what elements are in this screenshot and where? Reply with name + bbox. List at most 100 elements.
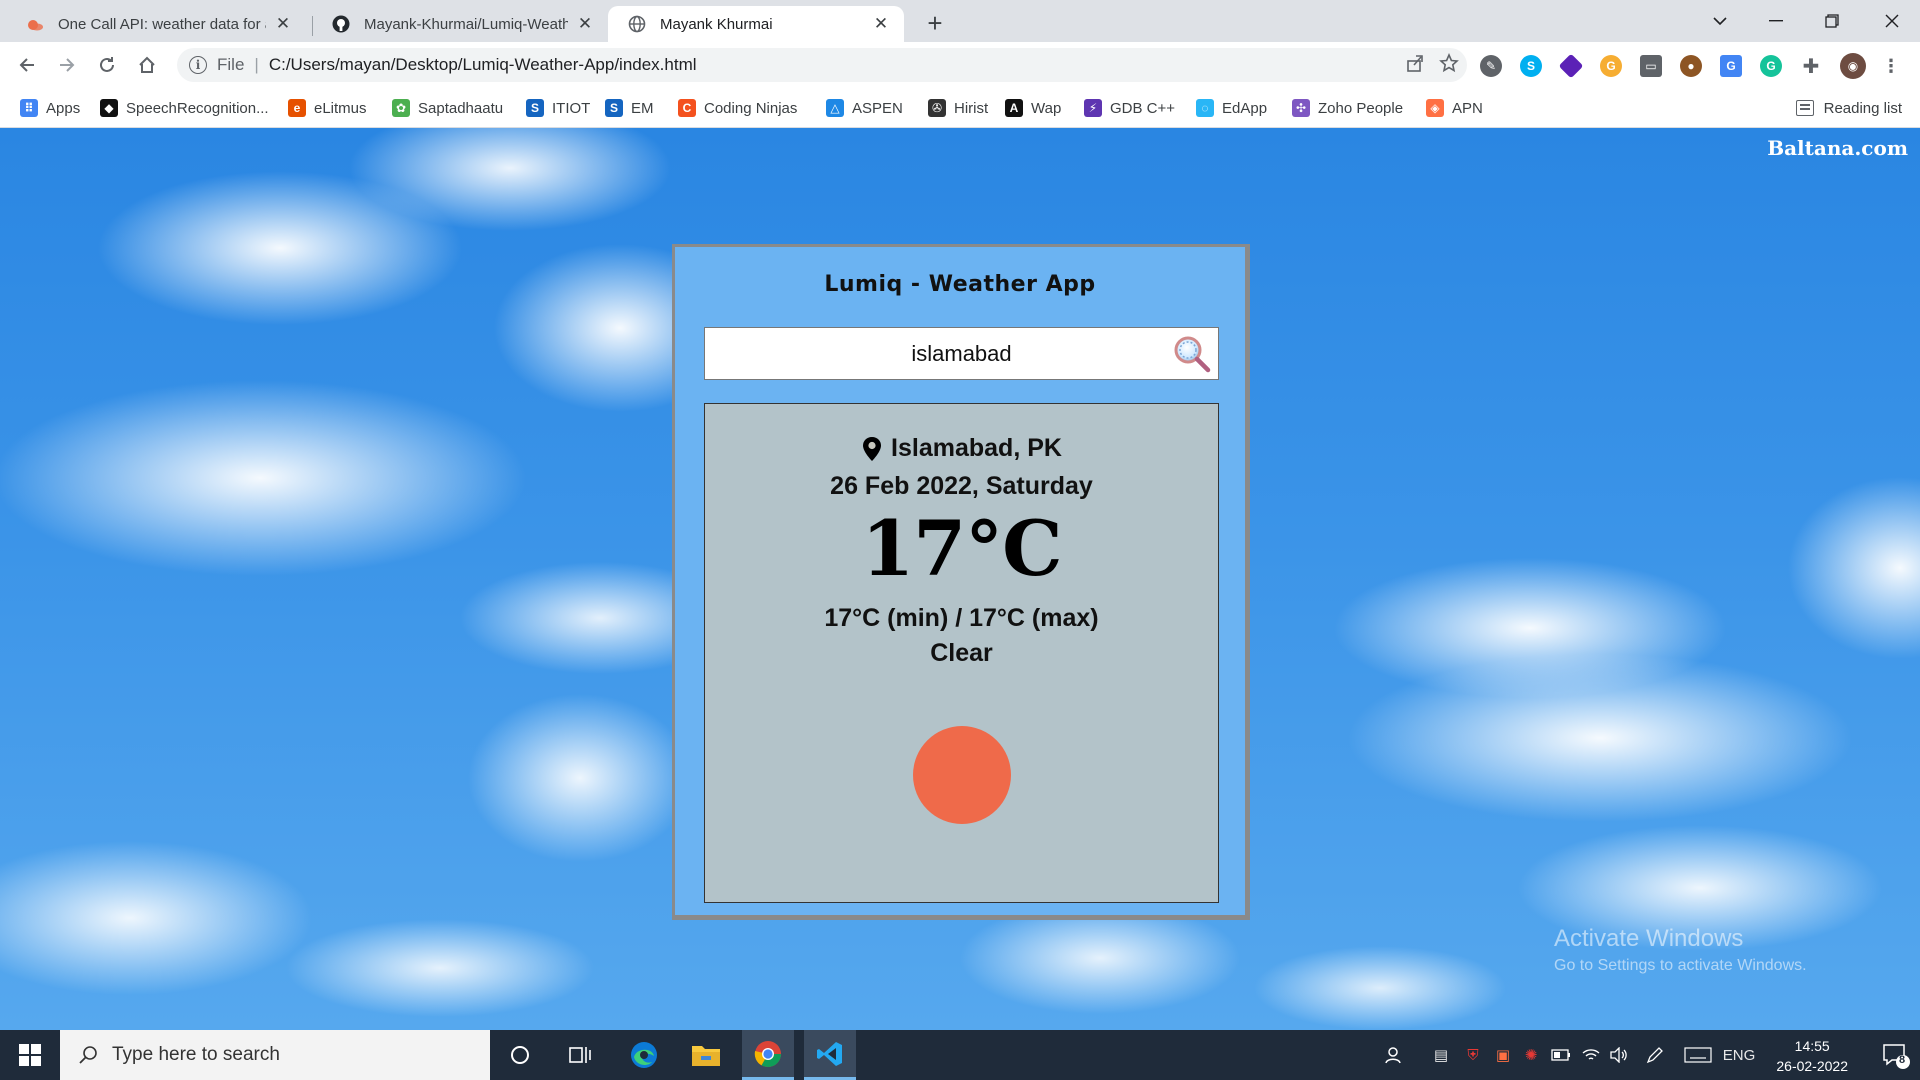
- speech-icon: ◆: [100, 99, 118, 117]
- bookmark-star-icon[interactable]: [1439, 52, 1459, 79]
- forward-button[interactable]: [52, 50, 82, 80]
- people-icon[interactable]: [1380, 1030, 1410, 1080]
- restore-button[interactable]: [1804, 0, 1860, 42]
- bookmark-item[interactable]: ◆ SpeechRecognition...: [100, 88, 269, 128]
- url-text[interactable]: C:/Users/mayan/Desktop/Lumiq-Weather-App…: [269, 55, 697, 75]
- scheme-label: File: [217, 55, 245, 74]
- keyboard-icon[interactable]: [1682, 1030, 1714, 1080]
- bookmark-label: Hirist: [954, 99, 989, 117]
- tab-title: Mayank-Khurmai/Lumiq-Weather-App: [364, 15, 568, 33]
- task-view-icon[interactable]: [554, 1030, 606, 1080]
- bookmark-item[interactable]: ◌ EdApp: [1196, 88, 1267, 128]
- browser-toolbar: i File | C:/Users/mayan/Desktop/Lumiq-We…: [0, 42, 1920, 88]
- search-icon[interactable]: [1172, 334, 1212, 374]
- clock-time: 14:55: [1794, 1038, 1830, 1054]
- cortana-icon[interactable]: [494, 1030, 546, 1080]
- system-clock[interactable]: 14:55 26-02-2022: [1776, 1036, 1848, 1076]
- g-extension-icon[interactable]: G: [1600, 55, 1622, 77]
- reload-button[interactable]: [92, 50, 122, 80]
- windows-start-icon[interactable]: [0, 1030, 60, 1080]
- chrome-icon[interactable]: [742, 1030, 794, 1080]
- github-icon: [332, 15, 350, 33]
- current-temperature: 17°C: [861, 504, 1062, 593]
- location-row: Islamabad, PK: [705, 434, 1218, 463]
- bookmark-item[interactable]: S EM: [605, 88, 654, 128]
- info-icon[interactable]: i: [189, 56, 207, 74]
- bookmark-item[interactable]: ◈ APN: [1426, 88, 1483, 128]
- bookmark-item[interactable]: ✇ Hirist: [928, 88, 988, 128]
- close-window-button[interactable]: [1864, 0, 1920, 42]
- tab-active-page[interactable]: Mayank Khurmai ✕: [608, 6, 904, 42]
- bookmarks-bar: ⠿ Apps ◆ SpeechRecognition... e eLitmus ✿ Sapta…: [0, 88, 1920, 128]
- bookmark-label: SpeechRecognition...: [126, 99, 269, 117]
- skype-extension-icon[interactable]: S: [1520, 55, 1542, 77]
- cookie-extension-icon[interactable]: ●: [1680, 55, 1702, 77]
- share-icon[interactable]: [1405, 53, 1425, 79]
- tab-strip: One Call API: weather data for any ✕ May…: [0, 0, 1920, 42]
- tray-app-orange-icon[interactable]: ▣: [1490, 1030, 1516, 1080]
- close-icon[interactable]: ✕: [574, 13, 596, 35]
- tray-app-red-icon[interactable]: ✺: [1518, 1030, 1544, 1080]
- bookmark-item[interactable]: ✿ Saptadhaatu: [392, 88, 503, 128]
- eyedropper-extension-icon[interactable]: ✎: [1480, 55, 1502, 77]
- apps-grid-icon: ⠿: [20, 99, 38, 117]
- bookmark-item[interactable]: △ ASPEN: [826, 88, 903, 128]
- edge-browser-icon[interactable]: [618, 1030, 670, 1080]
- bookmark-label: Zoho People: [1318, 99, 1404, 117]
- bookmark-label: Coding Ninjas: [704, 99, 798, 117]
- tab-search-icon[interactable]: [1692, 0, 1748, 42]
- bookmark-item[interactable]: e eLitmus: [288, 88, 367, 128]
- back-button[interactable]: [12, 50, 42, 80]
- notification-center-icon[interactable]: 8: [1880, 1040, 1910, 1070]
- bookmark-label: GDB C++: [1110, 99, 1176, 117]
- location-text: Islamabad, PK: [891, 434, 1062, 462]
- aspen-icon: △: [826, 99, 844, 117]
- weather-app-card: Lumiq - Weather App islamabad Islamabad,…: [672, 244, 1250, 920]
- bookmark-item[interactable]: A Wap: [1005, 88, 1061, 128]
- pen-icon[interactable]: [1642, 1030, 1668, 1080]
- menu-kebab-icon[interactable]: ⋮: [1880, 55, 1902, 77]
- volume-icon[interactable]: [1606, 1030, 1632, 1080]
- grammarly-extension-icon[interactable]: G: [1760, 55, 1782, 77]
- purple-extension-icon[interactable]: [1558, 53, 1584, 79]
- sun-icon: [913, 726, 1011, 824]
- activate-subtitle: Go to Settings to activate Windows.: [1554, 957, 1807, 974]
- vscode-icon[interactable]: [804, 1030, 856, 1080]
- bookmark-item[interactable]: ⚡ GDB C++: [1084, 88, 1175, 128]
- em-icon: S: [605, 99, 623, 117]
- taskbar-search-placeholder: Type here to search: [112, 1044, 280, 1065]
- tab-title: Mayank Khurmai: [660, 15, 773, 33]
- home-button[interactable]: [132, 50, 162, 80]
- wifi-icon[interactable]: [1578, 1030, 1604, 1080]
- close-icon[interactable]: ✕: [870, 13, 892, 35]
- bookmark-label: Saptadhaatu: [418, 99, 504, 117]
- cast-extension-icon[interactable]: ▭: [1640, 55, 1662, 77]
- tab-github[interactable]: Mayank-Khurmai/Lumiq-Weather-App ✕: [312, 6, 608, 42]
- address-bar[interactable]: i File | C:/Users/mayan/Desktop/Lumiq-We…: [177, 48, 1467, 82]
- battery-icon[interactable]: [1548, 1030, 1574, 1080]
- file-explorer-icon[interactable]: [680, 1030, 732, 1080]
- new-tab-button[interactable]: +: [920, 8, 950, 38]
- tray-app-icon[interactable]: ▤: [1428, 1030, 1454, 1080]
- clock-date: 26-02-2022: [1776, 1058, 1848, 1074]
- coding-ninjas-icon: C: [678, 99, 696, 117]
- extensions-puzzle-icon[interactable]: ✚: [1800, 55, 1822, 78]
- profile-avatar[interactable]: ◉: [1840, 53, 1866, 79]
- bookmark-item[interactable]: ⠿ Apps: [20, 88, 80, 128]
- bookmark-label: APN: [1452, 99, 1483, 117]
- taskbar-search-box[interactable]: Type here to search: [60, 1030, 490, 1080]
- activate-title: Activate Windows: [1554, 925, 1744, 952]
- language-indicator[interactable]: ENG: [1722, 1030, 1756, 1080]
- tab-openweather[interactable]: One Call API: weather data for any ✕: [6, 6, 306, 42]
- city-search-input[interactable]: [705, 328, 1218, 379]
- security-shield-icon[interactable]: ⛨: [1460, 1030, 1486, 1080]
- minimize-button[interactable]: [1748, 0, 1804, 42]
- reading-list-button[interactable]: Reading list: [1795, 88, 1902, 128]
- location-pin-icon: [863, 436, 882, 461]
- translate-extension-icon[interactable]: G: [1720, 55, 1742, 77]
- wap-icon: A: [1005, 99, 1023, 117]
- bookmark-item[interactable]: S ITIOT: [526, 88, 590, 128]
- bookmark-item[interactable]: ✣ Zoho People: [1292, 88, 1403, 128]
- bookmark-item[interactable]: C Coding Ninjas: [678, 88, 797, 128]
- close-icon[interactable]: ✕: [272, 13, 294, 35]
